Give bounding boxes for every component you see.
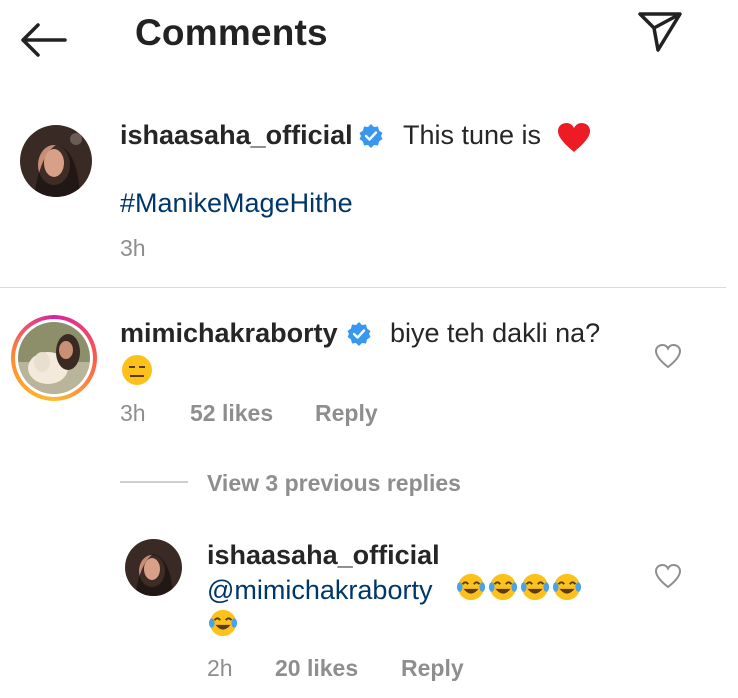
verified-badge-icon [347, 322, 371, 346]
page-title: Comments [135, 12, 328, 53]
view-previous-replies-button[interactable]: View 3 previous replies [207, 470, 461, 497]
verified-badge-icon [359, 124, 383, 148]
caption-time: 3h [120, 235, 146, 261]
reply-button[interactable]: Reply [315, 400, 378, 427]
replies-divider-line [120, 481, 188, 483]
avatar[interactable] [125, 539, 182, 596]
back-arrow-icon[interactable] [18, 20, 68, 60]
comment-likes[interactable]: 52 likes [190, 400, 273, 427]
tears-of-joy-emoji-icon [520, 573, 550, 601]
caption-username[interactable]: ishaasaha_official [120, 120, 353, 151]
avatar[interactable] [20, 125, 92, 197]
paper-plane-icon[interactable] [636, 10, 684, 54]
heart-emoji-icon [558, 123, 590, 152]
caption-text: This tune is [403, 120, 542, 150]
like-heart-icon[interactable] [654, 563, 682, 589]
reply-emoji-row-1 [456, 572, 582, 602]
mention-link[interactable]: @mimichakraborty [207, 575, 432, 606]
avatar[interactable] [18, 322, 90, 394]
hashtag-link[interactable]: #ManikeMageHithe [120, 188, 353, 219]
reply-username[interactable]: ishaasaha_official [207, 540, 440, 571]
like-heart-icon[interactable] [654, 343, 682, 369]
reply-time: 2h [207, 655, 233, 681]
tears-of-joy-emoji-icon [488, 573, 518, 601]
tears-of-joy-emoji-icon [456, 573, 486, 601]
expressionless-face-emoji-icon [122, 355, 152, 385]
tears-of-joy-emoji-icon [208, 609, 238, 637]
comment-time: 3h [120, 400, 146, 426]
comment-text: biye teh dakli na? [390, 318, 601, 348]
comment-username[interactable]: mimichakraborty [120, 318, 338, 349]
divider [0, 287, 726, 288]
reply-likes[interactable]: 20 likes [275, 655, 358, 682]
tears-of-joy-emoji-icon [552, 573, 582, 601]
reply-button[interactable]: Reply [401, 655, 464, 682]
